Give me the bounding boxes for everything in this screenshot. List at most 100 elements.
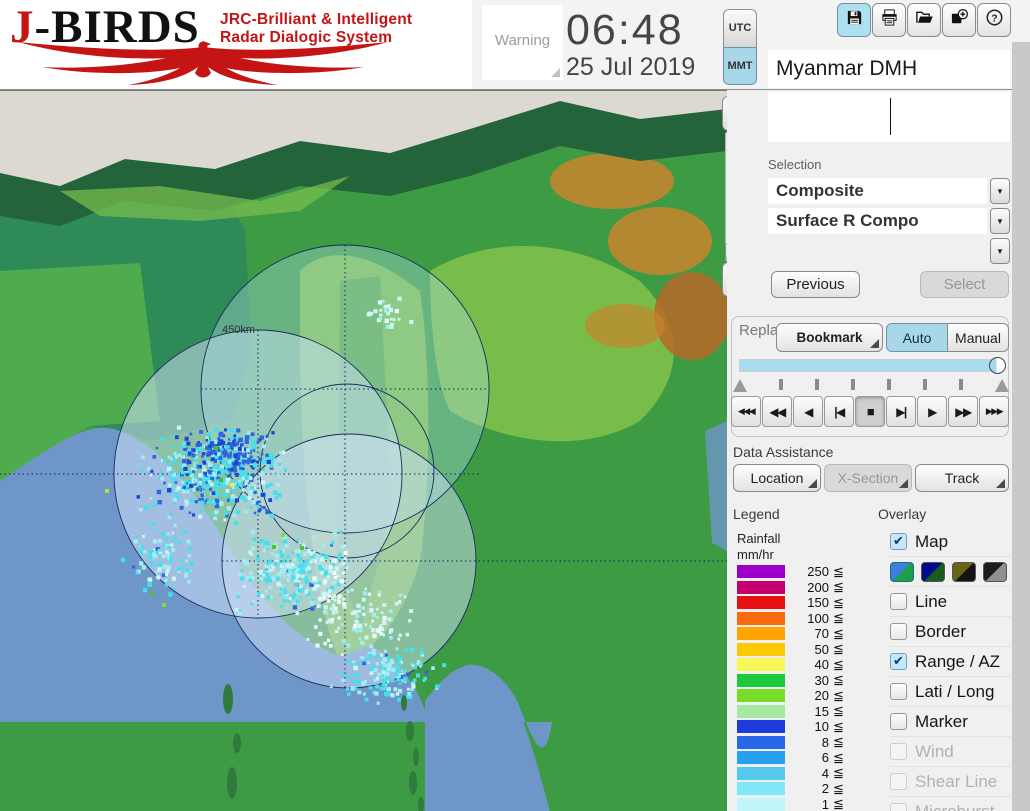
lte-symbol: ≦ [833, 687, 844, 703]
step-forward-button[interactable]: ▶| [886, 396, 916, 427]
legend-unit-line2: mm/hr [737, 547, 774, 562]
play-button[interactable]: ▶ [917, 396, 947, 427]
logo-tagline-1: JRC-Brilliant & Intelligent [220, 11, 413, 28]
checkbox-map[interactable] [890, 533, 907, 550]
jbirds-app: J-BIRDS JRC-Brilliant & Intelligent Rada… [0, 0, 1030, 811]
overlay-item-label: Map [915, 531, 949, 551]
range-label: 450km [222, 324, 255, 336]
lte-symbol: ≦ [833, 610, 844, 626]
forward-3x-button[interactable]: ▶▶▶ [979, 396, 1009, 427]
replay-range-start-marker[interactable] [733, 379, 747, 392]
legend-color-swatch [737, 596, 785, 610]
logo: J-BIRDS JRC-Brilliant & Intelligent Rada… [0, 0, 472, 89]
replay-range-end-marker[interactable] [995, 379, 1009, 392]
station-title: Myanmar DMH [768, 50, 1010, 88]
legend-color-swatch [737, 673, 785, 687]
checkbox-border[interactable] [890, 623, 907, 640]
legend-row: 10 ≦ [737, 719, 857, 735]
checkbox-marker[interactable] [890, 713, 907, 730]
warning-label: Warning [494, 32, 551, 49]
overlay-label: Overlay [878, 506, 927, 522]
utc-button[interactable]: UTC [723, 9, 757, 48]
overlay-item-label: Microburst [915, 801, 995, 811]
station-name: Myanmar DMH [776, 57, 918, 80]
location-button[interactable]: Location [733, 464, 821, 492]
legend-row: 40 ≦ [737, 657, 857, 673]
overlay-row-border: Border [890, 617, 1011, 647]
map-canvas[interactable]: 450km [0, 91, 727, 811]
clock-date: 25 Jul 2019 [566, 53, 696, 81]
map-style-3-button[interactable] [952, 561, 976, 582]
legend-unit-line1: Rainfall [737, 531, 781, 546]
step-back-button[interactable]: |◀ [824, 396, 854, 427]
checkbox-range-az[interactable] [890, 653, 907, 670]
map-style-row [890, 557, 1011, 587]
status-box [768, 92, 1010, 142]
lte-symbol: ≦ [833, 672, 844, 688]
map-style-1-button[interactable] [890, 561, 914, 582]
help-button[interactable]: ? [977, 3, 1011, 37]
legend-threshold-value: 8 [821, 734, 829, 750]
playback-controls: ◀◀◀ ◀◀ ◀ |◀ ■ ▶| ▶ ▶▶ ▶▶▶ [731, 396, 1009, 427]
legend-color-swatch [737, 797, 785, 811]
map-style-4-button[interactable] [983, 561, 1007, 582]
checkbox-line[interactable] [890, 593, 907, 610]
legend-row: 50 ≦ [737, 641, 857, 658]
selection-dropdown-3[interactable] [768, 238, 987, 264]
map-style-2-button[interactable] [921, 561, 945, 582]
add-image-button[interactable] [942, 3, 976, 37]
auto-button[interactable]: Auto [886, 323, 948, 352]
lte-symbol: ≦ [833, 594, 844, 610]
print-button[interactable] [872, 3, 906, 37]
legend-row: 6 ≦ [737, 750, 857, 766]
track-button[interactable]: Track [915, 464, 1009, 492]
forward-2x-button[interactable]: ▶▶ [948, 396, 978, 427]
legend-threshold-value: 200 [807, 579, 829, 595]
rewind-3x-button[interactable]: ◀◀◀ [731, 396, 761, 427]
replay-tick [851, 379, 855, 390]
lte-symbol: ≦ [833, 780, 844, 796]
legend-threshold-value: 70 [814, 626, 829, 642]
replay-tick [779, 379, 783, 390]
selection-dropdown-2-arrow-icon[interactable]: ▼ [990, 208, 1010, 234]
open-folder-button[interactable] [907, 3, 941, 37]
overlay-options: Map Line Border Range / AZ Lati / Long Marker… [890, 527, 1011, 811]
lte-symbol: ≦ [833, 734, 844, 750]
legend-threshold-value: 1 [821, 796, 829, 811]
warning-button[interactable]: Warning [482, 5, 563, 80]
map-style-swatches [890, 561, 1007, 582]
selection-dropdown-2[interactable]: Surface R Compo [768, 208, 987, 234]
selection-dropdown-1-arrow-icon[interactable]: ▼ [990, 178, 1010, 204]
selection-dropdown-3-arrow-icon[interactable]: ▼ [990, 238, 1010, 264]
overlay-row-line: Line [890, 587, 1011, 617]
bookmark-button[interactable]: Bookmark [776, 323, 883, 352]
legend-row: 20 ≦ [737, 688, 857, 704]
rewind-2x-button[interactable]: ◀◀ [762, 396, 792, 427]
replay-progress-slider[interactable] [739, 359, 1001, 372]
help-icon: ? [985, 8, 1004, 32]
play-reverse-button[interactable]: ◀ [793, 396, 823, 427]
legend-color-swatch [737, 766, 785, 780]
overlay-row-shear-line: Shear Line [890, 767, 1011, 797]
eagle-logo-icon [18, 41, 388, 85]
legend-row: 250 ≦ [737, 564, 857, 580]
replay-slider-handle[interactable] [989, 357, 1006, 374]
replay-tick [887, 379, 891, 390]
lte-symbol: ≦ [833, 718, 844, 734]
mmt-button[interactable]: MMT [723, 47, 757, 85]
radar-map[interactable]: 450km [0, 90, 727, 811]
checkbox-lati-long[interactable] [890, 683, 907, 700]
overlay-row-wind: Wind [890, 737, 1011, 767]
select-button[interactable]: Select [920, 271, 1009, 298]
legend-threshold-value: 15 [814, 703, 829, 719]
replay-tick [815, 379, 819, 390]
overlay-item-label: Line [915, 591, 948, 611]
manual-button[interactable]: Manual [947, 323, 1009, 352]
save-button[interactable] [837, 3, 871, 37]
selection-dropdown-1[interactable]: Composite [768, 178, 987, 204]
stop-button[interactable]: ■ [855, 396, 885, 427]
overlay-item-label: Lati / Long [915, 681, 995, 701]
x-section-button[interactable]: X-Section [824, 464, 912, 492]
overlay-item-label: Wind [915, 741, 954, 761]
previous-button[interactable]: Previous [771, 271, 860, 298]
